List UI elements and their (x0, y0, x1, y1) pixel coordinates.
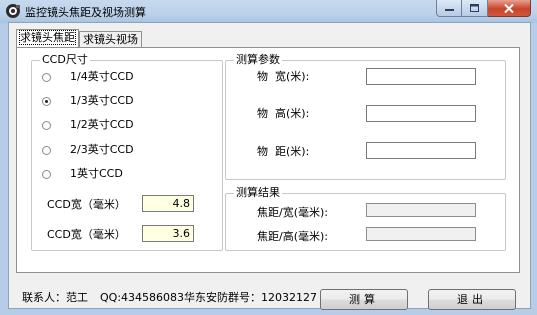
radio-button[interactable] (42, 120, 51, 130)
focal-width-label: 焦距/宽(毫米): (257, 206, 328, 219)
tab-field-of-view-label: 求镜头视场 (83, 33, 138, 46)
minimize-button[interactable] (436, 0, 462, 17)
exit-button[interactable]: 退出 (428, 289, 516, 310)
object-width-label: 物 宽(米): (257, 70, 310, 83)
radio-label: 1/3英寸CCD (70, 94, 134, 107)
contact-person: 联系人：范工 (22, 291, 88, 304)
calculate-button[interactable]: 测算 (320, 289, 408, 310)
tab-strip: 求镜头焦距 求镜头视场 (16, 29, 142, 47)
window-title: 监控镜头焦距及视场测算 (25, 6, 146, 19)
ccd-size-group-title: CCD尺寸 (40, 53, 90, 67)
contact-qq: QQ:434586083 (100, 291, 185, 304)
camera-app-icon (6, 4, 20, 18)
radio-ccd-third-inch[interactable]: 1/3英寸CCD (42, 94, 134, 108)
radio-ccd-two-thirds-inch[interactable]: 2/3英寸CCD (42, 143, 134, 157)
ccd-height-input[interactable]: 3.6 (142, 225, 194, 242)
tab-focal-length[interactable]: 求镜头焦距 (16, 29, 79, 47)
radio-button[interactable] (42, 72, 51, 82)
object-height-input[interactable] (366, 105, 476, 122)
object-width-input[interactable] (366, 68, 476, 85)
focal-height-output (366, 227, 476, 241)
radio-button[interactable] (42, 169, 51, 179)
radio-ccd-half-inch[interactable]: 1/2英寸CCD (42, 118, 134, 132)
radio-button[interactable] (42, 96, 51, 106)
ccd-height-label: CCD宽（毫米） (47, 228, 126, 241)
radio-ccd-one-inch[interactable]: 1英寸CCD (42, 167, 123, 181)
tab-field-of-view[interactable]: 求镜头视场 (79, 31, 142, 47)
tab-focal-length-label: 求镜头焦距 (19, 30, 76, 45)
params-group-title: 测算参数 (234, 53, 282, 67)
radio-button[interactable] (42, 145, 51, 155)
radio-label: 2/3英寸CCD (70, 143, 134, 156)
maximize-button[interactable] (462, 0, 488, 17)
close-button[interactable] (488, 0, 531, 17)
tab-panel: CCD尺寸 1/4英寸CCD 1/3英寸CCD 1/2英寸CCD 2/3英寸CC… (16, 47, 520, 273)
radio-label: 1/2英寸CCD (70, 118, 134, 131)
radio-ccd-quarter-inch[interactable]: 1/4英寸CCD (42, 70, 134, 84)
radio-label: 1/4英寸CCD (70, 70, 134, 83)
focal-height-label: 焦距/高(毫米): (257, 230, 328, 243)
ccd-width-label: CCD宽（毫米） (47, 198, 126, 211)
ccd-width-input[interactable]: 4.8 (142, 195, 194, 212)
maximize-icon (470, 4, 479, 12)
object-distance-label: 物 距(米): (257, 145, 310, 158)
close-icon (504, 3, 514, 13)
title-bar[interactable]: 监控镜头焦距及视场测算 (0, 0, 537, 22)
minimize-icon (444, 9, 454, 11)
object-distance-input[interactable] (366, 142, 476, 159)
focal-width-output (366, 203, 476, 217)
contact-info: 联系人：范工 QQ:434586083华东安防群号：12032127 (22, 291, 329, 305)
object-height-label: 物 高(米): (257, 107, 310, 120)
results-group-title: 测算结果 (234, 186, 282, 200)
radio-label: 1英寸CCD (70, 167, 123, 180)
contact-group: 华东安防群号：12032127 (184, 291, 318, 304)
app-window: 监控镜头焦距及视场测算 求镜头焦距 求镜头视场 CCD尺寸 1/4英寸CCD 1… (0, 0, 537, 315)
